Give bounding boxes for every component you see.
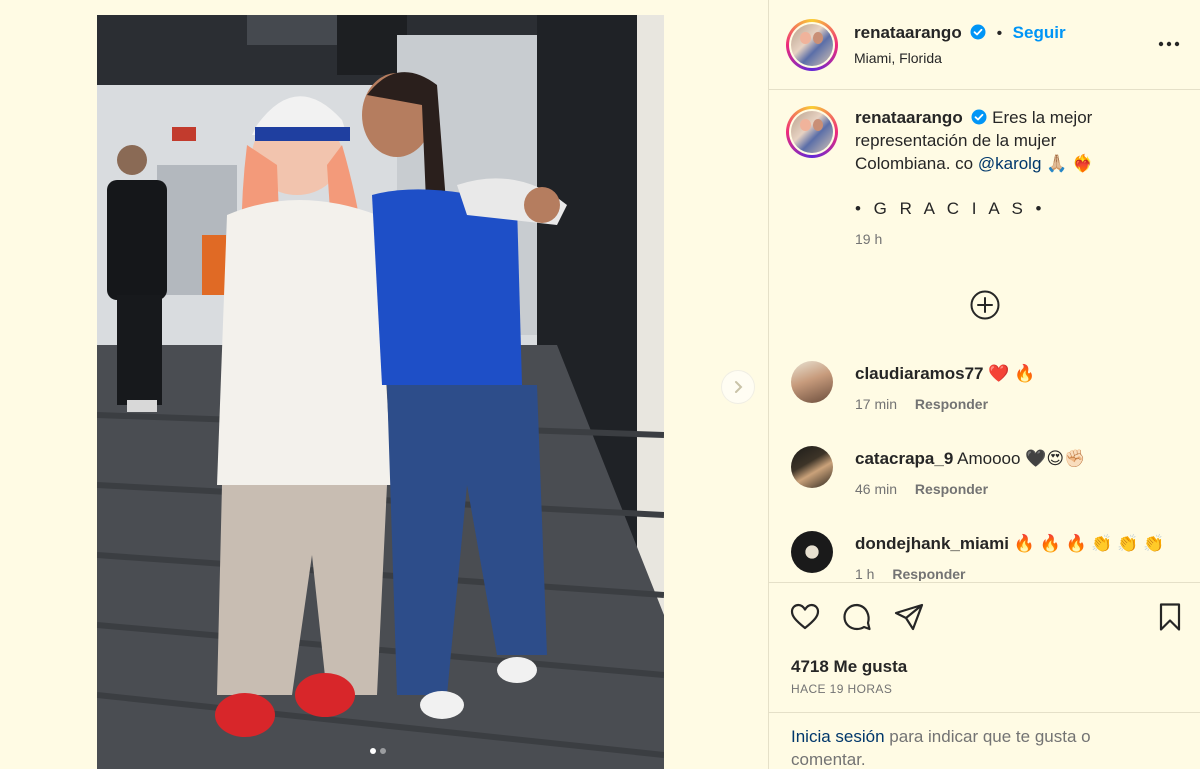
carousel-dot-active: [370, 748, 376, 754]
comment-time[interactable]: 17 min: [855, 396, 897, 412]
post-photo[interactable]: [97, 15, 664, 769]
commenter-avatar[interactable]: [791, 531, 833, 573]
comment-username[interactable]: dondejhank_miami: [855, 534, 1009, 553]
login-link[interactable]: Inicia sesión: [791, 727, 885, 746]
carousel-dot: [380, 748, 386, 754]
post-location[interactable]: Miami, Florida: [854, 50, 942, 66]
reply-button[interactable]: Responder: [892, 566, 965, 581]
likes-count[interactable]: 4718 Me gusta: [791, 657, 907, 677]
caption-line-1: Eres la mejor: [992, 108, 1093, 127]
post-timestamp[interactable]: HACE 19 HORAS: [791, 682, 892, 696]
author-line: renataarango • Seguir: [854, 23, 1066, 43]
comment-item: catacrapa_9 Amoooo 🖤😍✊🏻 46 min Responder: [787, 446, 1187, 506]
add-circle-icon: [970, 290, 1000, 320]
header-separator: •: [996, 25, 1003, 42]
caption-line-3: Colombiana. co: [855, 154, 974, 173]
next-photo-button[interactable]: [721, 370, 755, 404]
comment-time[interactable]: 46 min: [855, 481, 897, 497]
caption-emojis: 🙏🏼 ❤️‍🔥: [1046, 154, 1094, 173]
carousel-indicator: [370, 748, 386, 754]
comments-section[interactable]: renataarango Eres la mejor representació…: [769, 91, 1200, 581]
more-options-button[interactable]: [1157, 34, 1181, 54]
caption-author-avatar[interactable]: [786, 106, 838, 158]
caption-username[interactable]: renataarango: [855, 108, 963, 127]
media-column: [0, 0, 768, 769]
caption-footer: • G R A C I A S •: [855, 199, 1046, 218]
comment-text: Amoooo 🖤😍✊🏻: [957, 449, 1086, 468]
commenter-avatar[interactable]: [791, 361, 833, 403]
post-header: renataarango • Seguir Miami, Florida: [769, 0, 1200, 90]
bookmark-icon[interactable]: [1154, 601, 1186, 633]
comment-item: claudiaramos77 ❤️ 🔥 17 min Responder: [787, 361, 1187, 421]
heart-icon[interactable]: [789, 601, 821, 633]
instagram-post-page: renataarango • Seguir Miami, Florida ren…: [0, 0, 1200, 769]
comment-icon[interactable]: [841, 601, 873, 633]
more-options-icon: [1158, 41, 1180, 47]
caption-time[interactable]: 19 h: [855, 228, 1155, 251]
caption-text: renataarango Eres la mejor representació…: [855, 106, 1155, 251]
chevron-right-icon: [735, 381, 743, 393]
login-prompt-text: Inicia sesión para indicar que te gusta …: [791, 725, 1141, 769]
login-prompt: Inicia sesión para indicar que te gusta …: [769, 712, 1200, 769]
comment-text: 🔥 🔥 🔥 👏 👏 👏: [1013, 534, 1165, 553]
comment-item: dondejhank_miami 🔥 🔥 🔥 👏 👏 👏 1 h Respond…: [787, 531, 1187, 581]
verified-badge-icon: [971, 109, 987, 125]
comment-text: ❤️ 🔥: [988, 364, 1036, 383]
post-actions: 4718 Me gusta HACE 19 HORAS: [769, 582, 1200, 712]
post-side-panel: renataarango • Seguir Miami, Florida ren…: [768, 0, 1200, 769]
photo-illustration: [97, 15, 664, 769]
author-avatar[interactable]: [786, 19, 838, 71]
verified-badge-icon: [970, 24, 986, 40]
comment-time[interactable]: 1 h: [855, 566, 874, 581]
load-more-comments-button[interactable]: [969, 289, 1001, 321]
commenter-avatar[interactable]: [791, 446, 833, 488]
reply-button[interactable]: Responder: [915, 396, 988, 412]
comment-username[interactable]: claudiaramos77: [855, 364, 984, 383]
author-username[interactable]: renataarango: [854, 23, 962, 42]
caption-line-2: representación de la mujer: [855, 131, 1057, 150]
follow-button[interactable]: Seguir: [1013, 23, 1066, 42]
reply-button[interactable]: Responder: [915, 481, 988, 497]
share-icon[interactable]: [893, 601, 925, 633]
caption-mention[interactable]: @karolg: [978, 154, 1042, 173]
comment-username[interactable]: catacrapa_9: [855, 449, 953, 468]
